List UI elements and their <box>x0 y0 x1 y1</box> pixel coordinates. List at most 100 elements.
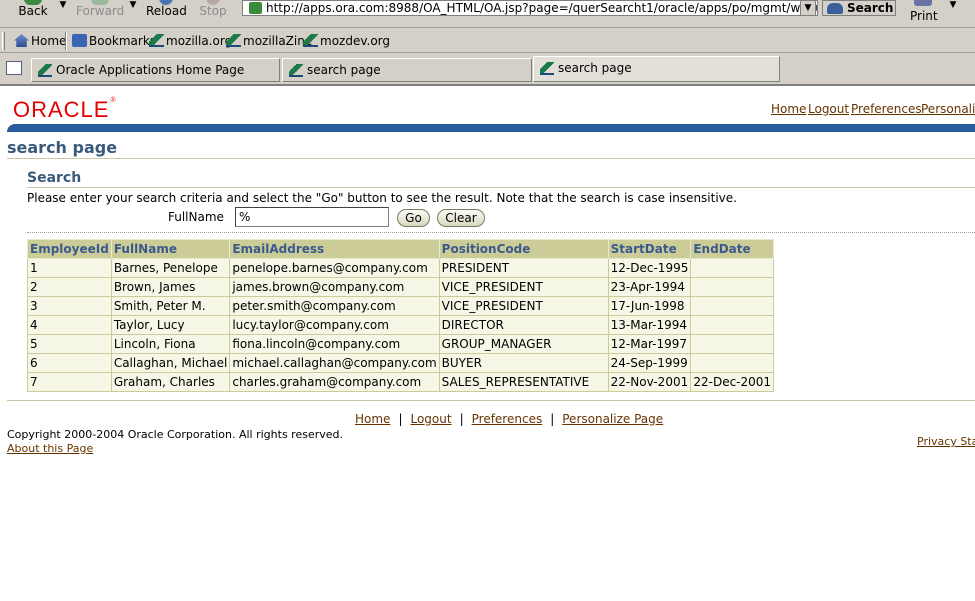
cell-startdate: 22-Nov-2001 <box>607 372 692 392</box>
cell-positioncode: DIRECTOR <box>438 315 609 335</box>
cell-startdate: 23-Apr-1994 <box>607 277 692 297</box>
cell-employeeid: 7 <box>27 372 112 392</box>
cell-fullname: Lincoln, Fiona <box>110 334 231 354</box>
cell-positioncode: VICE_PRESIDENT <box>438 277 609 297</box>
cell-emailaddress: lucy.taylor@company.com <box>229 315 440 335</box>
browser-tab-search-page-2[interactable]: search page <box>533 56 780 82</box>
table-row: 3 Smith, Peter M. peter.smith@company.co… <box>27 296 775 316</box>
oracle-logo: ORACLE® <box>13 97 117 122</box>
forward-button[interactable]: Forward <box>76 0 124 22</box>
cell-enddate: 22-Dec-2001 <box>690 372 775 392</box>
bookmark-mozdev[interactable]: mozdev.org <box>303 34 390 48</box>
toolbar-grip[interactable] <box>2 32 5 50</box>
cell-enddate <box>690 296 775 316</box>
browser-tab-search-page-1[interactable]: search page <box>282 58 532 82</box>
column-header-employeeid[interactable]: EmployeeId <box>27 239 112 259</box>
fullname-label: FullName <box>168 210 224 224</box>
footer-link-home[interactable]: Home <box>355 412 390 426</box>
cell-enddate <box>690 353 775 373</box>
bookmark-mozilla-org[interactable]: mozilla.org <box>149 34 232 48</box>
column-header-emailaddress[interactable]: EmailAddress <box>229 239 440 259</box>
global-link-home[interactable]: Home <box>771 102 806 116</box>
global-link-logout[interactable]: Logout <box>808 102 849 116</box>
table-row: 5 Lincoln, Fiona fiona.lincoln@company.c… <box>27 334 775 354</box>
forward-history-dropdown[interactable]: ▼ <box>128 0 138 10</box>
url-history-dropdown[interactable]: ▼ <box>800 0 816 16</box>
search-icon <box>827 3 843 14</box>
bookmark-icon <box>149 34 164 47</box>
cell-employeeid: 5 <box>27 334 112 354</box>
divider <box>7 400 975 401</box>
results-table: EmployeeId FullName EmailAddress Positio… <box>27 239 775 392</box>
fullname-input[interactable] <box>235 207 389 227</box>
url-bar[interactable]: http://apps.ora.com:8988/OA_HTML/OA.jsp?… <box>242 0 818 16</box>
table-row: 4 Taylor, Lucy lucy.taylor@company.com D… <box>27 315 775 335</box>
global-link-preferences[interactable]: Preferences <box>851 102 922 116</box>
cell-positioncode: SALES_REPRESENTATIVE <box>438 372 609 392</box>
footer-link-preferences[interactable]: Preferences <box>472 412 543 426</box>
clear-button[interactable]: Clear <box>437 209 485 227</box>
divider <box>27 187 975 188</box>
table-row: 7 Graham, Charles charles.graham@company… <box>27 372 775 392</box>
cell-enddate <box>690 258 775 278</box>
site-favicon-icon <box>249 2 262 14</box>
toolbar-separator <box>65 32 67 50</box>
url-text: http://apps.ora.com:8988/OA_HTML/OA.jsp?… <box>266 1 818 15</box>
page-title: search page <box>7 138 118 157</box>
search-button[interactable]: Search <box>822 0 896 16</box>
footer-links: Home | Logout | Preferences | Personalize Page <box>355 412 663 426</box>
cell-employeeid: 3 <box>27 296 112 316</box>
page-icon <box>540 62 554 75</box>
back-button[interactable]: Back <box>14 0 52 22</box>
bookmark-home[interactable]: Home <box>14 34 66 48</box>
bookmarks-toolbar: Home Bookmarks mozilla.org mozillaZine m… <box>0 29 975 53</box>
home-icon <box>14 34 29 47</box>
bookmarks-icon <box>72 34 87 47</box>
bookmark-icon <box>303 34 318 47</box>
footer-link-personalize-page[interactable]: Personalize Page <box>562 412 663 426</box>
cell-fullname: Smith, Peter M. <box>110 296 231 316</box>
column-header-positioncode[interactable]: PositionCode <box>438 239 609 259</box>
navigation-toolbar: Back ▼ Forward ▼ Reload Stop http://apps… <box>0 0 975 28</box>
footer-separator: | <box>459 412 464 426</box>
global-link-personalize[interactable]: Personalize <box>921 102 975 116</box>
cell-employeeid: 1 <box>27 258 112 278</box>
page-icon <box>289 64 303 77</box>
cell-positioncode: PRESIDENT <box>438 258 609 278</box>
print-button[interactable]: Print <box>906 0 946 26</box>
cell-startdate: 12-Mar-1997 <box>607 334 692 354</box>
browser-tab-oracle-home[interactable]: Oracle Applications Home Page <box>31 58 280 82</box>
cell-positioncode: BUYER <box>438 353 609 373</box>
print-dropdown[interactable]: ▼ <box>948 0 958 10</box>
footer-link-logout[interactable]: Logout <box>410 412 451 426</box>
search-instructions: Please enter your search criteria and se… <box>27 191 737 205</box>
divider <box>7 158 975 159</box>
cell-emailaddress: michael.callaghan@company.com <box>229 353 440 373</box>
bookmark-icon <box>226 34 241 47</box>
cell-emailaddress: charles.graham@company.com <box>229 372 440 392</box>
column-header-startdate[interactable]: StartDate <box>607 239 692 259</box>
stop-button[interactable]: Stop <box>198 0 228 22</box>
cell-employeeid: 4 <box>27 315 112 335</box>
cell-enddate <box>690 315 775 335</box>
section-title: Search <box>27 170 82 186</box>
column-header-fullname[interactable]: FullName <box>110 239 231 259</box>
reload-button[interactable]: Reload <box>146 0 187 22</box>
cell-emailaddress: penelope.barnes@company.com <box>229 258 440 278</box>
column-header-enddate[interactable]: EndDate <box>690 239 775 259</box>
browser-tab-strip: Oracle Applications Home Page search pag… <box>0 54 975 86</box>
footer-separator: | <box>550 412 555 426</box>
cell-emailaddress: fiona.lincoln@company.com <box>229 334 440 354</box>
new-tab-icon[interactable] <box>6 61 22 75</box>
about-this-page-link[interactable]: About this Page <box>7 442 93 455</box>
bookmarks-menu-button[interactable]: Bookmarks <box>72 34 156 48</box>
cell-fullname: Taylor, Lucy <box>110 315 231 335</box>
go-button[interactable]: Go <box>397 209 430 227</box>
cell-emailaddress: james.brown@company.com <box>229 277 440 297</box>
bookmark-mozillazine[interactable]: mozillaZine <box>226 34 312 48</box>
cell-enddate <box>690 334 775 354</box>
table-row: 6 Callaghan, Michael michael.callaghan@c… <box>27 353 775 373</box>
privacy-statement-link[interactable]: Privacy Statement <box>917 435 975 448</box>
back-history-dropdown[interactable]: ▼ <box>58 0 68 10</box>
cell-fullname: Callaghan, Michael <box>110 353 231 373</box>
